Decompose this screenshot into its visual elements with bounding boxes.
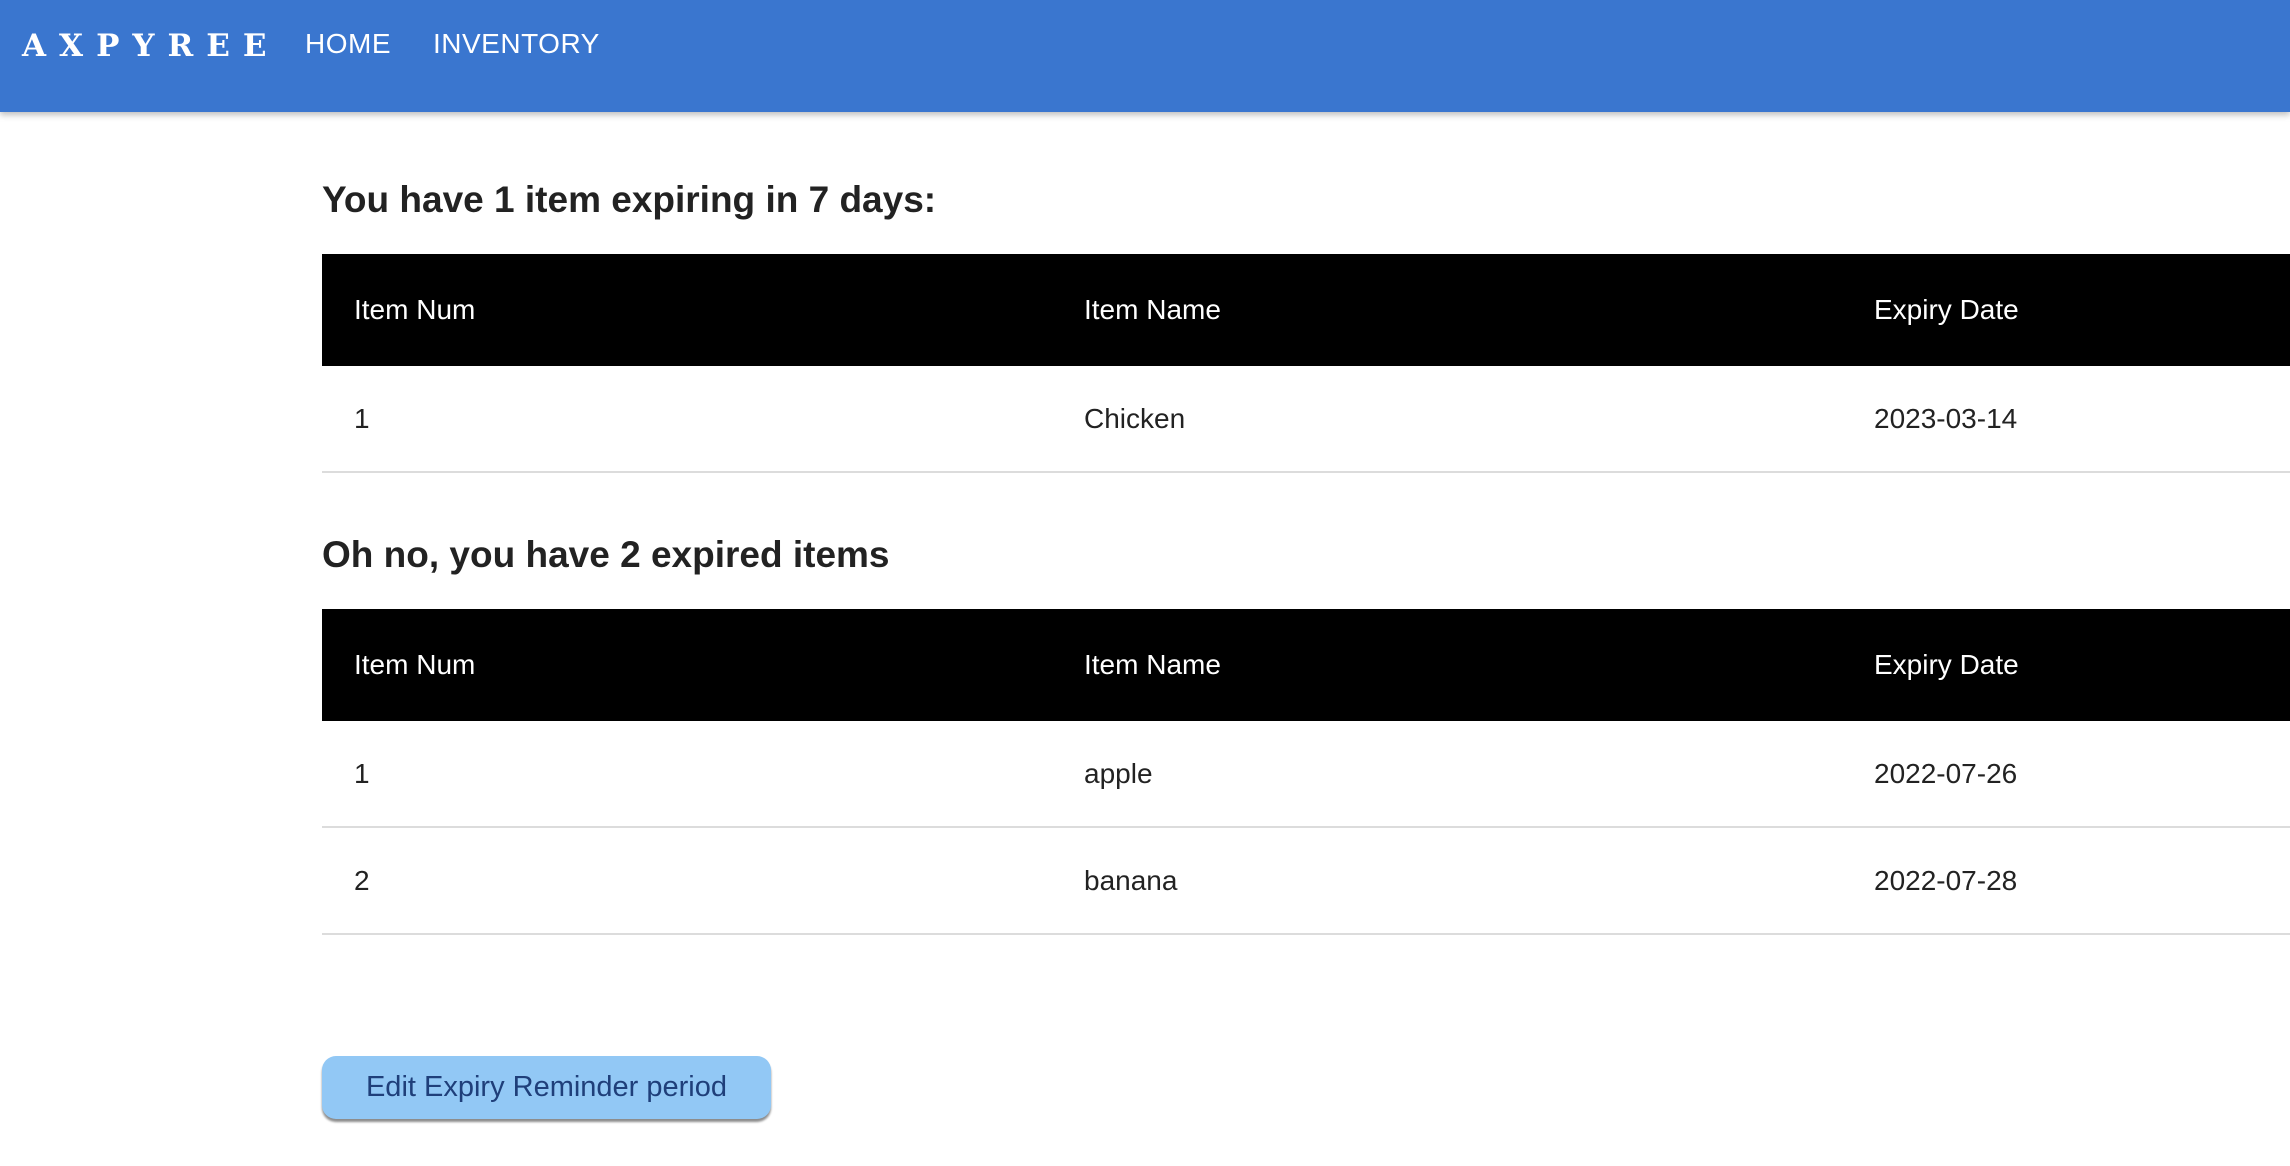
table-row: 1 Chicken 2023-03-14 xyxy=(322,366,2290,473)
table-row: 1 apple 2022-07-26 xyxy=(322,721,2290,828)
expired-items-table: Item Num Item Name Expiry Date 1 apple 2… xyxy=(322,609,2290,935)
cell-item-num: 1 xyxy=(322,721,1052,828)
expired-items-heading: Oh no, you have 2 expired items xyxy=(322,534,890,575)
table-header: Item Num Item Name Expiry Date xyxy=(322,609,2290,721)
cell-expiry-date: 2022-07-26 xyxy=(1842,721,2290,828)
top-navbar: AXPYREE HOME INVENTORY xyxy=(0,0,2290,112)
table-row: 2 banana 2022-07-28 xyxy=(322,827,2290,935)
column-header-item-num: Item Num xyxy=(354,649,476,680)
cell-expiry-date: 2023-03-14 xyxy=(1842,366,2290,473)
table-header: Item Num Item Name Expiry Date xyxy=(322,254,2290,366)
table-body: 1 apple 2022-07-26 2 banana 2022-07-28 xyxy=(322,721,2290,935)
nav-link-inventory[interactable]: INVENTORY xyxy=(433,24,600,64)
column-header-expiry-date: Expiry Date xyxy=(1874,649,2019,680)
table-header-row: Item Num Item Name Expiry Date xyxy=(322,254,2290,366)
edit-expiry-reminder-button[interactable]: Edit Expiry Reminder period xyxy=(322,1056,771,1119)
table-header-row: Item Num Item Name Expiry Date xyxy=(322,609,2290,721)
cell-item-name: banana xyxy=(1052,827,1842,935)
expiring-items-table: Item Num Item Name Expiry Date 1 Chicken… xyxy=(322,254,2290,473)
cell-item-num: 2 xyxy=(322,827,1052,935)
cell-item-num: 1 xyxy=(322,366,1052,473)
column-header-item-num: Item Num xyxy=(354,294,476,325)
table-body: 1 Chicken 2023-03-14 xyxy=(322,366,2290,473)
nav-link-home[interactable]: HOME xyxy=(305,24,391,64)
cell-item-name: apple xyxy=(1052,721,1842,828)
expiring-items-heading: You have 1 item expiring in 7 days: xyxy=(322,179,937,220)
brand-logo[interactable]: AXPYREE xyxy=(22,26,280,66)
column-header-expiry-date: Expiry Date xyxy=(1874,294,2019,325)
main-content: You have 1 item expiring in 7 days: Item… xyxy=(322,112,2290,935)
cell-item-name: Chicken xyxy=(1052,366,1842,473)
column-header-item-name: Item Name xyxy=(1084,649,1221,680)
column-header-item-name: Item Name xyxy=(1084,294,1221,325)
cell-expiry-date: 2022-07-28 xyxy=(1842,827,2290,935)
